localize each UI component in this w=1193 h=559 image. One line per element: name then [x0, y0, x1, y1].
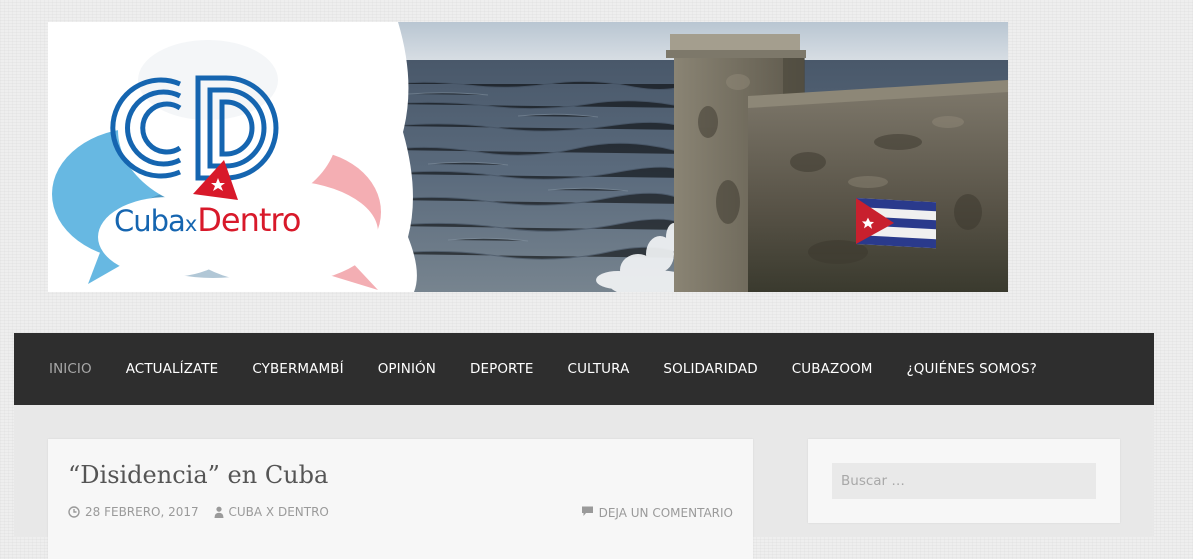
post-card: “Disidencia” en Cuba 28 FEBRERO, 2017 CU… — [48, 439, 753, 559]
post-date[interactable]: 28 FEBRERO, 2017 — [68, 505, 199, 519]
logo-word-x: x — [184, 212, 198, 236]
header-banner[interactable]: CD CubaxDentro — [48, 22, 1008, 292]
nav-item-quienes-somos[interactable]: ¿QUIÉNES SOMOS? — [890, 361, 1054, 377]
post-author[interactable]: CUBA X DENTRO — [214, 505, 329, 519]
main-navigation: INICIO ACTUALÍZATE CYBERMAMBÍ OPINIÓN DE… — [14, 333, 1154, 405]
logo-word-dentro: Dentro — [197, 201, 301, 239]
nav-item-cultura[interactable]: CULTURA — [551, 361, 647, 377]
comment-icon — [581, 505, 594, 520]
comments-link[interactable]: DEJA UN COMENTARIO — [581, 505, 733, 520]
sidebar-search-widget — [808, 439, 1120, 523]
clock-icon — [68, 506, 80, 518]
logo-word-cuba: Cuba — [114, 204, 186, 238]
nav-item-opinion[interactable]: OPINIÓN — [361, 361, 453, 377]
post-meta: 28 FEBRERO, 2017 CUBA X DENTRO DEJA UN C… — [68, 505, 733, 521]
nav-item-cybermambi[interactable]: CYBERMAMBÍ — [235, 361, 360, 377]
nav-item-deporte[interactable]: DEPORTE — [453, 361, 551, 377]
nav-item-cubazoom[interactable]: CUBAZOOM — [775, 361, 890, 377]
post-title[interactable]: “Disidencia” en Cuba — [68, 461, 328, 489]
nav-item-inicio[interactable]: INICIO — [32, 361, 109, 377]
site-logo[interactable]: CD CubaxDentro — [48, 22, 398, 292]
logo-wordmark: CubaxDentro — [114, 201, 301, 239]
post-author-text: CUBA X DENTRO — [228, 505, 329, 519]
content-area: “Disidencia” en Cuba 28 FEBRERO, 2017 CU… — [14, 405, 1154, 559]
user-icon — [214, 506, 224, 518]
nav-menu: INICIO ACTUALÍZATE CYBERMAMBÍ OPINIÓN DE… — [14, 333, 1154, 405]
comments-link-text: DEJA UN COMENTARIO — [598, 505, 733, 520]
nav-item-actualizate[interactable]: ACTUALÍZATE — [109, 361, 236, 377]
nav-item-solidaridad[interactable]: SOLIDARIDAD — [646, 361, 774, 377]
search-input[interactable] — [832, 463, 1096, 499]
post-date-text: 28 FEBRERO, 2017 — [85, 505, 199, 519]
